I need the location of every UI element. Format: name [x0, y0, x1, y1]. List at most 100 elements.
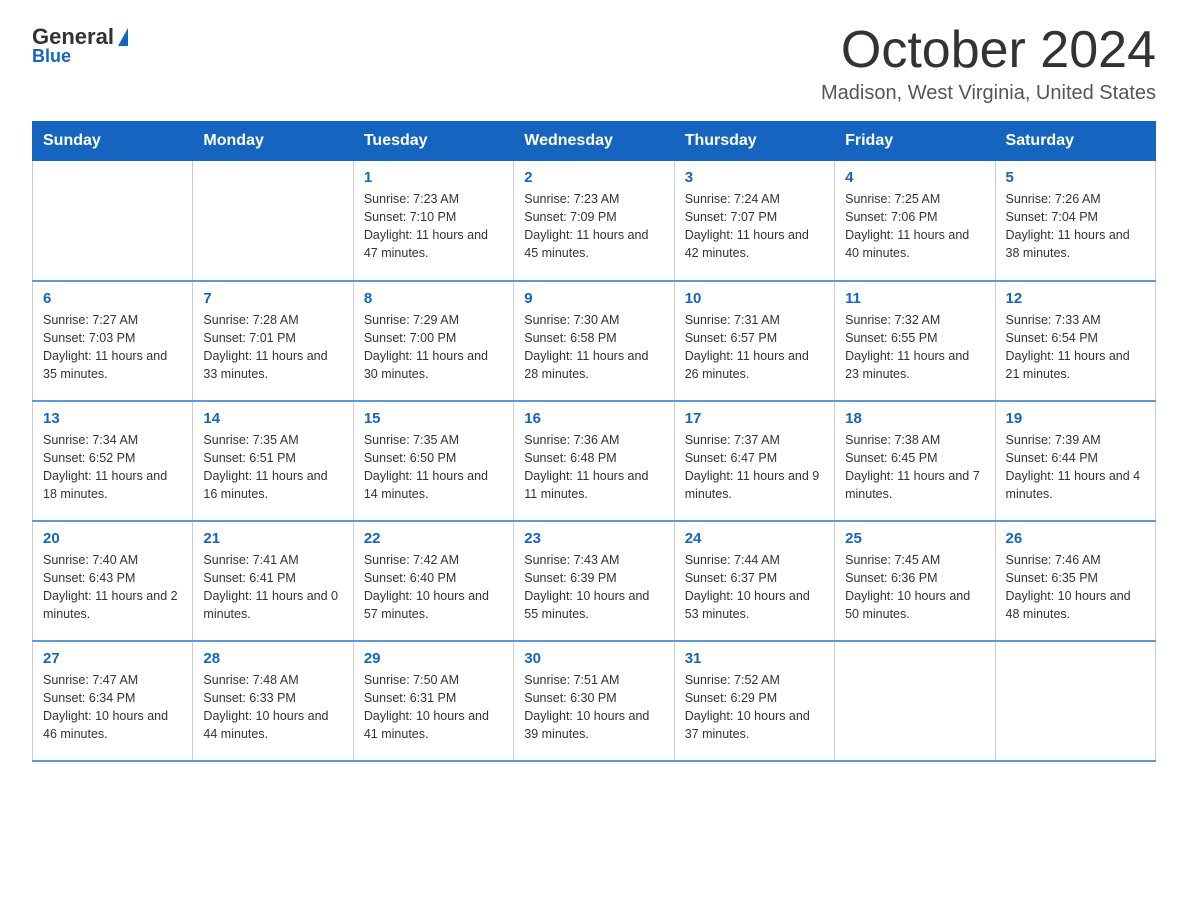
header-sunday: Sunday — [33, 122, 193, 161]
day-info: Sunrise: 7:41 AM Sunset: 6:41 PM Dayligh… — [203, 551, 342, 624]
header-monday: Monday — [193, 122, 353, 161]
day-number: 16 — [524, 410, 663, 427]
day-number: 27 — [43, 650, 182, 667]
day-number: 29 — [364, 650, 503, 667]
day-info: Sunrise: 7:50 AM Sunset: 6:31 PM Dayligh… — [364, 671, 503, 744]
calendar-cell: 26 Sunrise: 7:46 AM Sunset: 6:35 PM Dayli… — [995, 521, 1155, 641]
calendar-cell: 25 Sunrise: 7:45 AM Sunset: 6:36 PM Dayli… — [835, 521, 995, 641]
calendar-week-row: 20 Sunrise: 7:40 AM Sunset: 6:43 PM Dayli… — [33, 521, 1156, 641]
day-number: 1 — [364, 169, 503, 186]
day-info: Sunrise: 7:23 AM Sunset: 7:10 PM Dayligh… — [364, 190, 503, 263]
day-info: Sunrise: 7:23 AM Sunset: 7:09 PM Dayligh… — [524, 190, 663, 263]
calendar-cell: 13Sunrise: 7:34 AM Sunset: 6:52 PM Dayli… — [33, 401, 193, 521]
calendar-cell: 10Sunrise: 7:31 AM Sunset: 6:57 PM Dayli… — [674, 281, 834, 401]
day-number: 14 — [203, 410, 342, 427]
day-number: 6 — [43, 290, 182, 307]
day-info: Sunrise: 7:25 AM Sunset: 7:06 PM Dayligh… — [845, 190, 984, 263]
header-saturday: Saturday — [995, 122, 1155, 161]
calendar-cell: 14 Sunrise: 7:35 AM Sunset: 6:51 PM Dayli… — [193, 401, 353, 521]
day-info: Sunrise: 7:39 AM Sunset: 6:44 PM Dayligh… — [1006, 431, 1145, 504]
day-number: 30 — [524, 650, 663, 667]
calendar-week-row: 1 Sunrise: 7:23 AM Sunset: 7:10 PM Daylig… — [33, 161, 1156, 281]
day-info: Sunrise: 7:51 AM Sunset: 6:30 PM Dayligh… — [524, 671, 663, 744]
calendar-cell: 21Sunrise: 7:41 AM Sunset: 6:41 PM Dayli… — [193, 521, 353, 641]
day-number: 25 — [845, 530, 984, 547]
calendar-table: SundayMondayTuesdayWednesdayThursdayFrid… — [32, 121, 1156, 762]
calendar-week-row: 13Sunrise: 7:34 AM Sunset: 6:52 PM Dayli… — [33, 401, 1156, 521]
day-number: 28 — [203, 650, 342, 667]
day-info: Sunrise: 7:29 AM Sunset: 7:00 PM Dayligh… — [364, 311, 503, 384]
day-number: 7 — [203, 290, 342, 307]
day-info: Sunrise: 7:42 AM Sunset: 6:40 PM Dayligh… — [364, 551, 503, 624]
calendar-header-row: SundayMondayTuesdayWednesdayThursdayFrid… — [33, 122, 1156, 161]
day-info: Sunrise: 7:30 AM Sunset: 6:58 PM Dayligh… — [524, 311, 663, 384]
day-info: Sunrise: 7:46 AM Sunset: 6:35 PM Dayligh… — [1006, 551, 1145, 624]
day-number: 20 — [43, 530, 182, 547]
day-number: 18 — [845, 410, 984, 427]
calendar-cell — [193, 161, 353, 281]
day-number: 5 — [1006, 169, 1145, 186]
day-info: Sunrise: 7:34 AM Sunset: 6:52 PM Dayligh… — [43, 431, 182, 504]
calendar-cell — [33, 161, 193, 281]
day-number: 11 — [845, 290, 984, 307]
day-info: Sunrise: 7:52 AM Sunset: 6:29 PM Dayligh… — [685, 671, 824, 744]
day-number: 31 — [685, 650, 824, 667]
day-info: Sunrise: 7:38 AM Sunset: 6:45 PM Dayligh… — [845, 431, 984, 504]
location: Madison, West Virginia, United States — [821, 82, 1156, 105]
day-number: 9 — [524, 290, 663, 307]
day-info: Sunrise: 7:44 AM Sunset: 6:37 PM Dayligh… — [685, 551, 824, 624]
header-tuesday: Tuesday — [353, 122, 513, 161]
day-info: Sunrise: 7:35 AM Sunset: 6:51 PM Dayligh… — [203, 431, 342, 504]
calendar-cell: 12 Sunrise: 7:33 AM Sunset: 6:54 PM Dayli… — [995, 281, 1155, 401]
calendar-cell: 18 Sunrise: 7:38 AM Sunset: 6:45 PM Dayli… — [835, 401, 995, 521]
page-header: General Blue October 2024 Madison, West … — [32, 24, 1156, 105]
calendar-cell: 15 Sunrise: 7:35 AM Sunset: 6:50 PM Dayli… — [353, 401, 513, 521]
calendar-cell: 1 Sunrise: 7:23 AM Sunset: 7:10 PM Daylig… — [353, 161, 513, 281]
header-friday: Friday — [835, 122, 995, 161]
day-number: 24 — [685, 530, 824, 547]
day-info: Sunrise: 7:37 AM Sunset: 6:47 PM Dayligh… — [685, 431, 824, 504]
day-info: Sunrise: 7:45 AM Sunset: 6:36 PM Dayligh… — [845, 551, 984, 624]
calendar-cell: 31 Sunrise: 7:52 AM Sunset: 6:29 PM Dayli… — [674, 641, 834, 761]
calendar-cell: 24 Sunrise: 7:44 AM Sunset: 6:37 PM Dayli… — [674, 521, 834, 641]
day-info: Sunrise: 7:33 AM Sunset: 6:54 PM Dayligh… — [1006, 311, 1145, 384]
day-info: Sunrise: 7:40 AM Sunset: 6:43 PM Dayligh… — [43, 551, 182, 624]
day-number: 10 — [685, 290, 824, 307]
logo-blue: Blue — [32, 46, 71, 67]
day-number: 12 — [1006, 290, 1145, 307]
calendar-cell: 23 Sunrise: 7:43 AM Sunset: 6:39 PM Dayli… — [514, 521, 674, 641]
calendar-cell: 20 Sunrise: 7:40 AM Sunset: 6:43 PM Dayli… — [33, 521, 193, 641]
calendar-cell: 22 Sunrise: 7:42 AM Sunset: 6:40 PM Dayli… — [353, 521, 513, 641]
day-info: Sunrise: 7:28 AM Sunset: 7:01 PM Dayligh… — [203, 311, 342, 384]
day-number: 17 — [685, 410, 824, 427]
calendar-cell: 3Sunrise: 7:24 AM Sunset: 7:07 PM Daylig… — [674, 161, 834, 281]
calendar-cell: 29 Sunrise: 7:50 AM Sunset: 6:31 PM Dayli… — [353, 641, 513, 761]
calendar-cell: 6 Sunrise: 7:27 AM Sunset: 7:03 PM Daylig… — [33, 281, 193, 401]
day-number: 19 — [1006, 410, 1145, 427]
calendar-cell: 8 Sunrise: 7:29 AM Sunset: 7:00 PM Daylig… — [353, 281, 513, 401]
day-number: 23 — [524, 530, 663, 547]
calendar-cell: 30 Sunrise: 7:51 AM Sunset: 6:30 PM Dayli… — [514, 641, 674, 761]
calendar-cell: 4 Sunrise: 7:25 AM Sunset: 7:06 PM Daylig… — [835, 161, 995, 281]
day-number: 2 — [524, 169, 663, 186]
day-info: Sunrise: 7:43 AM Sunset: 6:39 PM Dayligh… — [524, 551, 663, 624]
calendar-cell: 5Sunrise: 7:26 AM Sunset: 7:04 PM Daylig… — [995, 161, 1155, 281]
day-number: 8 — [364, 290, 503, 307]
day-info: Sunrise: 7:24 AM Sunset: 7:07 PM Dayligh… — [685, 190, 824, 263]
logo: General Blue — [32, 24, 130, 67]
header-thursday: Thursday — [674, 122, 834, 161]
month-title: October 2024 — [821, 24, 1156, 76]
calendar-cell: 16Sunrise: 7:36 AM Sunset: 6:48 PM Dayli… — [514, 401, 674, 521]
day-number: 4 — [845, 169, 984, 186]
logo-triangle-icon — [118, 28, 128, 46]
calendar-cell: 17 Sunrise: 7:37 AM Sunset: 6:47 PM Dayli… — [674, 401, 834, 521]
day-number: 22 — [364, 530, 503, 547]
day-info: Sunrise: 7:35 AM Sunset: 6:50 PM Dayligh… — [364, 431, 503, 504]
title-section: October 2024 Madison, West Virginia, Uni… — [821, 24, 1156, 105]
day-info: Sunrise: 7:27 AM Sunset: 7:03 PM Dayligh… — [43, 311, 182, 384]
calendar-cell — [995, 641, 1155, 761]
header-wednesday: Wednesday — [514, 122, 674, 161]
day-number: 26 — [1006, 530, 1145, 547]
day-number: 15 — [364, 410, 503, 427]
calendar-cell: 7 Sunrise: 7:28 AM Sunset: 7:01 PM Daylig… — [193, 281, 353, 401]
